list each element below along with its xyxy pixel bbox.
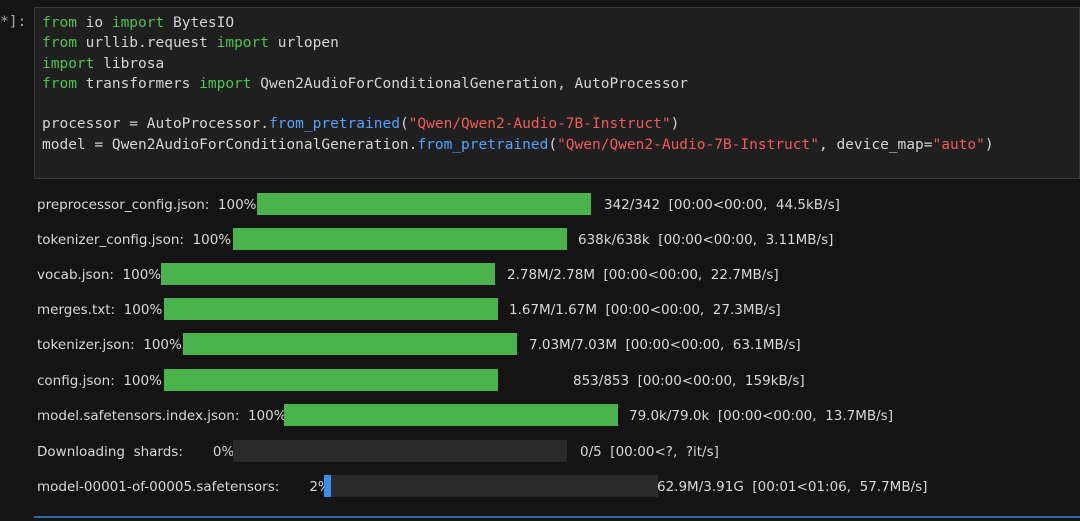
download-progress-row: model.safetensors.index.json: 100% 79.0k/… bbox=[37, 404, 1077, 428]
progress-bar bbox=[164, 298, 498, 320]
progress-bar bbox=[284, 404, 618, 426]
download-progress-row: preprocessor_config.json: 100% 342/342 [0… bbox=[37, 193, 1077, 217]
progress-label: tokenizer.json: 100% bbox=[37, 337, 182, 353]
progress-fill bbox=[284, 404, 618, 426]
progress-label: tokenizer_config.json: 100% bbox=[37, 232, 232, 248]
progress-fill bbox=[164, 298, 498, 320]
download-progress-row: tokenizer_config.json: 100% 638k/638k [00… bbox=[37, 228, 1077, 252]
progress-stats: 1.67M/1.67M [00:00<00:00, 27.3MB/s] bbox=[509, 302, 781, 318]
progress-label: vocab.json: 100% bbox=[37, 267, 162, 283]
progress-fill bbox=[257, 193, 591, 215]
progress-bar bbox=[233, 228, 567, 250]
progress-stats: 7.03M/7.03M [00:00<00:00, 63.1MB/s] bbox=[529, 337, 801, 353]
progress-bar bbox=[164, 369, 498, 391]
download-progress-row: model-00001-of-00005.safetensors: 2% 62.9… bbox=[37, 475, 1077, 499]
progress-stats: 638k/638k [00:00<00:00, 3.11MB/s] bbox=[578, 232, 834, 248]
download-progress-row: Downloading shards: 0% 0/5 [00:00<?, ?it/… bbox=[37, 440, 1077, 464]
progress-stats: 2.78M/2.78M [00:00<00:00, 22.7MB/s] bbox=[507, 267, 779, 283]
progress-stats: 853/853 [00:00<00:00, 159kB/s] bbox=[573, 373, 805, 389]
progress-stats: 342/342 [00:00<00:00, 44.5kB/s] bbox=[604, 197, 840, 213]
next-cell-border bbox=[34, 516, 1080, 518]
progress-label: config.json: 100% bbox=[37, 373, 162, 389]
progress-stats: 62.9M/3.91G [00:01<01:06, 57.7MB/s] bbox=[657, 479, 928, 495]
progress-fill bbox=[233, 228, 567, 250]
progress-label: preprocessor_config.json: 100% bbox=[37, 197, 257, 213]
progress-label: model.safetensors.index.json: 100% bbox=[37, 408, 287, 424]
download-progress-row: tokenizer.json: 100% 7.03M/7.03M [00:00<0… bbox=[37, 333, 1077, 357]
download-progress-row: config.json: 100% 853/853 [00:00<00:00, 1… bbox=[37, 369, 1077, 393]
progress-bar bbox=[324, 475, 658, 497]
download-progress-row: merges.txt: 100% 1.67M/1.67M [00:00<00:00… bbox=[37, 298, 1077, 322]
progress-stats: 0/5 [00:00<?, ?it/s] bbox=[580, 444, 719, 460]
progress-bar bbox=[233, 440, 567, 462]
progress-fill bbox=[164, 369, 498, 391]
progress-label: Downloading shards: 0% bbox=[37, 444, 235, 460]
progress-label: merges.txt: 100% bbox=[37, 302, 163, 318]
progress-bar bbox=[183, 333, 517, 355]
cell-output: preprocessor_config.json: 100% 342/342 [0… bbox=[0, 0, 1080, 521]
download-progress-row: vocab.json: 100% 2.78M/2.78M [00:00<00:00… bbox=[37, 263, 1077, 287]
progress-fill bbox=[183, 333, 517, 355]
progress-bar bbox=[161, 263, 495, 285]
progress-label: model-00001-of-00005.safetensors: 2% bbox=[37, 479, 331, 495]
progress-stats: 79.0k/79.0k [00:00<00:00, 13.7MB/s] bbox=[629, 408, 893, 424]
progress-fill bbox=[324, 475, 331, 497]
progress-fill bbox=[161, 263, 495, 285]
progress-bar bbox=[257, 193, 591, 215]
